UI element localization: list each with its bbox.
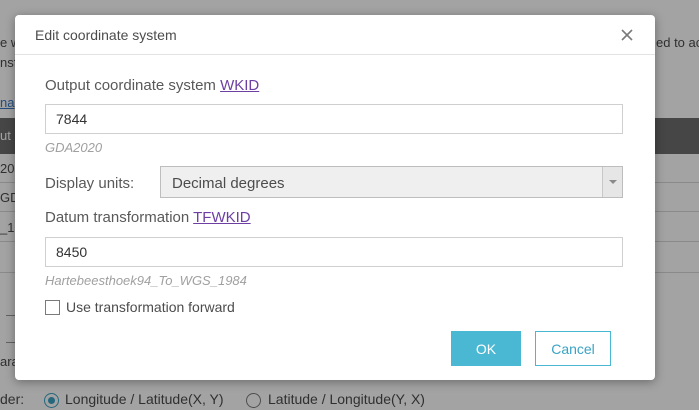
datum-transformation-label: Datum transformation TFWKID — [45, 209, 251, 226]
tfwkid-input[interactable] — [45, 237, 623, 267]
display-units-value: Decimal degrees — [172, 175, 285, 192]
display-units-label: Display units: — [45, 175, 135, 192]
ok-button[interactable]: OK — [451, 331, 521, 366]
datum-label-text: Datum transformation — [45, 209, 190, 226]
dialog-title: Edit coordinate system — [35, 27, 177, 43]
use-transformation-forward-checkbox[interactable] — [45, 300, 60, 315]
cancel-button[interactable]: Cancel — [535, 331, 611, 366]
tfwkid-hint: Hartebeesthoek94_To_WGS_1984 — [45, 273, 247, 288]
output-cs-label-text: Output coordinate system — [45, 77, 216, 94]
edit-coordinate-system-dialog: Edit coordinate system Output coordinate… — [15, 15, 655, 380]
wkid-input[interactable] — [45, 104, 623, 134]
tfwkid-link[interactable]: TFWKID — [193, 209, 251, 226]
close-icon[interactable] — [617, 25, 637, 45]
chevron-down-icon[interactable] — [602, 167, 622, 197]
wkid-link[interactable]: WKID — [220, 77, 259, 94]
dialog-header: Edit coordinate system — [15, 15, 655, 55]
use-transformation-forward-label[interactable]: Use transformation forward — [66, 299, 235, 315]
display-units-select[interactable]: Decimal degrees — [160, 166, 623, 198]
output-cs-label: Output coordinate system WKID — [45, 77, 259, 94]
wkid-hint: GDA2020 — [45, 140, 103, 155]
